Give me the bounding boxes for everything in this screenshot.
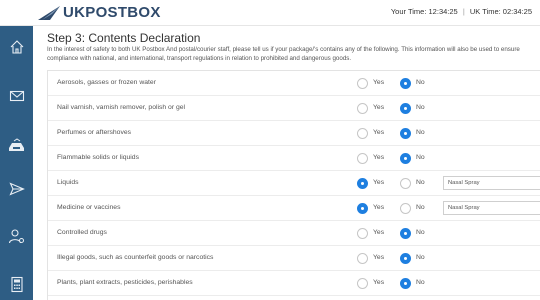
yes-radio[interactable] (357, 128, 368, 139)
declaration-label: Nail varnish, varnish remover, polish or… (57, 104, 186, 111)
declaration-label: Liquids (57, 179, 79, 186)
inbox-tray-icon (9, 137, 24, 151)
declaration-row: Perfumes or aftershoves Yes No (48, 121, 540, 146)
declaration-row: Liquids Yes No (48, 171, 540, 196)
calculator-icon (10, 276, 23, 293)
yes-label: Yes (373, 104, 385, 111)
uk-time-value: 02:34:25 (502, 7, 532, 16)
yes-radio[interactable] (357, 178, 368, 189)
declaration-label: Plants, plant extracts, pesticides, peri… (57, 279, 193, 286)
home-icon (10, 39, 23, 54)
yes-radio[interactable] (357, 153, 368, 164)
no-label: No (416, 104, 425, 111)
yes-label: Yes (373, 279, 385, 286)
mail-icon (9, 90, 24, 101)
main-content: Step 3: Contents Declaration In the inte… (33, 26, 540, 300)
declaration-list: Aerosols, gasses or frozen water Yes No Nai… (47, 70, 540, 300)
logo-mark-icon (38, 6, 60, 20)
sidebar-item-account[interactable] (6, 226, 27, 247)
no-label: No (416, 254, 425, 261)
no-radio[interactable] (400, 153, 411, 164)
send-icon (8, 181, 25, 196)
no-label: No (416, 179, 425, 186)
logo[interactable]: UKPOSTBOX (38, 4, 161, 22)
declaration-label: Flammable solids or liquids (57, 154, 139, 161)
declaration-label: Aerosols, gasses or frozen water (57, 79, 156, 86)
yes-radio[interactable] (357, 78, 368, 89)
no-radio[interactable] (400, 78, 411, 89)
no-radio[interactable] (400, 203, 411, 214)
no-label: No (416, 204, 425, 211)
no-label: No (416, 229, 425, 236)
sidebar (0, 26, 33, 300)
yes-label: Yes (373, 204, 385, 211)
yes-label: Yes (373, 129, 385, 136)
sidebar-item-inbox[interactable] (6, 135, 27, 156)
yes-radio[interactable] (357, 278, 368, 289)
yes-label: Yes (373, 229, 385, 236)
uk-time-label: UK Time: (469, 7, 501, 16)
yes-radio[interactable] (357, 203, 368, 214)
your-time-value: 12:34:25 (428, 7, 458, 16)
yes-radio[interactable] (357, 253, 368, 264)
sidebar-item-send[interactable] (6, 178, 27, 199)
time-display: Your Time: 12:34:25 | UK Time: 02:34:25 (390, 7, 532, 16)
yes-label: Yes (373, 154, 385, 161)
page-title: Step 3: Contents Declaration (47, 31, 201, 45)
declaration-row: Plants, plant extracts, pesticides, peri… (48, 271, 540, 296)
declaration-row: Medicine or vaccines Yes No (48, 196, 540, 221)
declaration-row: Nail varnish, varnish remover, polish or… (48, 96, 540, 121)
no-radio[interactable] (400, 228, 411, 239)
no-label: No (416, 79, 425, 86)
declaration-label: Controlled drugs (57, 229, 107, 236)
intro-text: In the interest of safety to both UK Pos… (47, 46, 520, 62)
detail-input[interactable] (443, 201, 540, 215)
top-bar: UKPOSTBOX Your Time: 12:34:25 | UK Time:… (0, 0, 540, 26)
user-settings-icon (8, 229, 24, 244)
declaration-label: Medicine or vaccines (57, 204, 121, 211)
no-radio[interactable] (400, 178, 411, 189)
yes-label: Yes (373, 254, 385, 261)
yes-label: Yes (373, 179, 385, 186)
declaration-row: Illegal goods, such as counterfeit goods… (48, 246, 540, 271)
no-radio[interactable] (400, 253, 411, 264)
no-label: No (416, 129, 425, 136)
your-time-label: Your Time: (390, 7, 427, 16)
sidebar-item-home[interactable] (6, 36, 27, 57)
declaration-row: Controlled drugs Yes No (48, 221, 540, 246)
sidebar-item-calculator[interactable] (6, 274, 27, 295)
declaration-label: Perfumes or aftershoves (57, 129, 132, 136)
no-radio[interactable] (400, 103, 411, 114)
yes-radio[interactable] (357, 228, 368, 239)
logo-text: UKPOSTBOX (63, 4, 161, 21)
sidebar-item-mail[interactable] (6, 85, 27, 106)
declaration-row: Flammable solids or liquids Yes No (48, 146, 540, 171)
detail-input[interactable] (443, 176, 540, 190)
declaration-label: Illegal goods, such as counterfeit goods… (57, 254, 214, 261)
yes-radio[interactable] (357, 103, 368, 114)
yes-label: Yes (373, 79, 385, 86)
no-radio[interactable] (400, 128, 411, 139)
no-label: No (416, 279, 425, 286)
declaration-row: Aerosols, gasses or frozen water Yes No (48, 71, 540, 96)
no-label: No (416, 154, 425, 161)
no-radio[interactable] (400, 278, 411, 289)
